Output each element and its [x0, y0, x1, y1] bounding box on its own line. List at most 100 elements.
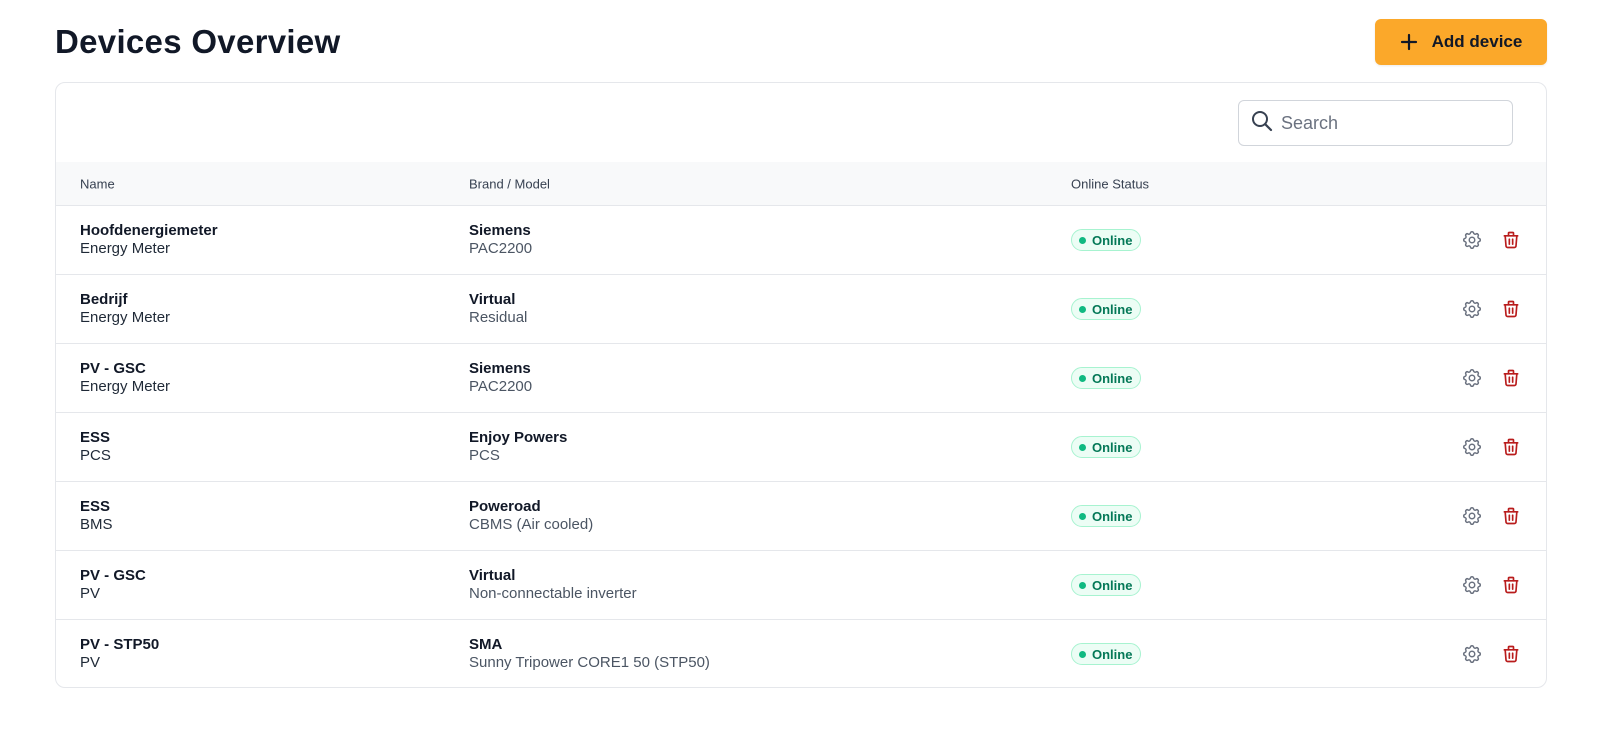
brand-model-cell: Virtual Non-connectable inverter: [469, 567, 637, 603]
status-badge: Online: [1071, 643, 1142, 665]
device-name-cell: ESS PCS: [80, 429, 111, 465]
table-row[interactable]: Bedrijf Energy Meter Virtual Residual On…: [56, 275, 1546, 344]
gear-icon[interactable]: [1461, 505, 1483, 527]
trash-icon[interactable]: [1500, 367, 1522, 389]
device-model: PAC2200: [469, 240, 533, 257]
gear-icon[interactable]: [1461, 229, 1483, 251]
device-type: PV: [80, 654, 101, 671]
device-name-cell: Bedrijf Energy Meter: [80, 291, 170, 327]
column-header-online-status[interactable]: Online Status: [1071, 176, 1149, 191]
status-label: Online: [1092, 508, 1133, 524]
device-model: Non-connectable inverter: [469, 585, 637, 602]
row-actions: [1461, 436, 1522, 458]
device-brand: Poweroad: [469, 498, 541, 515]
device-name: Hoofdenergiemeter: [80, 222, 218, 239]
status-badge: Online: [1071, 574, 1142, 596]
search-input[interactable]: [1279, 111, 1503, 135]
trash-icon[interactable]: [1500, 436, 1522, 458]
brand-model-cell: Enjoy Powers PCS: [469, 429, 567, 465]
page-header: Devices Overview Add device: [55, 18, 1547, 66]
device-model: CBMS (Air cooled): [469, 516, 594, 533]
status-dot: [1079, 650, 1086, 658]
column-header-name[interactable]: Name: [80, 176, 115, 191]
page-title: Devices Overview: [55, 23, 341, 60]
status-label: Online: [1092, 646, 1133, 662]
trash-icon[interactable]: [1500, 574, 1522, 596]
gear-icon[interactable]: [1461, 574, 1483, 596]
device-type: BMS: [80, 516, 113, 533]
device-brand: Siemens: [469, 360, 531, 377]
table-row[interactable]: PV - GSC PV Virtual Non-connectable inve…: [56, 551, 1546, 620]
status-badge: Online: [1071, 436, 1142, 458]
gear-icon[interactable]: [1461, 643, 1483, 665]
add-device-button[interactable]: Add device: [1375, 19, 1547, 65]
row-actions: [1461, 643, 1522, 665]
device-brand: SMA: [469, 636, 503, 653]
trash-icon[interactable]: [1500, 643, 1522, 665]
device-name-cell: PV - STP50 PV: [80, 636, 159, 672]
status-dot: [1079, 581, 1086, 589]
device-type: PV: [80, 585, 101, 602]
plus-icon: [1400, 33, 1418, 51]
gear-icon[interactable]: [1461, 367, 1483, 389]
device-name: Bedrijf: [80, 291, 128, 308]
device-type: PCS: [80, 447, 111, 464]
table-toolbar: [56, 83, 1546, 162]
device-brand: Virtual: [469, 291, 516, 308]
status-badge: Online: [1071, 505, 1142, 527]
brand-model-cell: Poweroad CBMS (Air cooled): [469, 498, 593, 534]
status-dot: [1079, 443, 1086, 451]
search-icon: [1251, 110, 1273, 137]
device-brand: Virtual: [469, 567, 516, 584]
devices-overview-page: Devices Overview Add device Name Brand /…: [0, 0, 1613, 747]
brand-model-cell: Virtual Residual: [469, 291, 527, 327]
status-badge: Online: [1071, 367, 1142, 389]
table-row[interactable]: ESS PCS Enjoy Powers PCS Online: [56, 413, 1546, 482]
status-label: Online: [1092, 577, 1133, 593]
status-dot: [1079, 305, 1086, 313]
gear-icon[interactable]: [1461, 436, 1483, 458]
add-device-label: Add device: [1431, 32, 1523, 51]
device-type: Energy Meter: [80, 309, 171, 326]
device-name: PV - GSC: [80, 360, 146, 377]
search-box[interactable]: [1238, 100, 1513, 146]
device-model: Residual: [469, 309, 528, 326]
table-header: Name Brand / Model Online Status: [56, 162, 1546, 206]
table-body: Hoofdenergiemeter Energy Meter Siemens P…: [56, 206, 1546, 687]
device-name: ESS: [80, 498, 111, 515]
row-actions: [1461, 229, 1522, 251]
trash-icon[interactable]: [1500, 229, 1522, 251]
brand-model-cell: Siemens PAC2200: [469, 222, 532, 258]
device-brand: Siemens: [469, 222, 531, 239]
device-model: PCS: [469, 447, 500, 464]
trash-icon[interactable]: [1500, 505, 1522, 527]
row-actions: [1461, 367, 1522, 389]
status-dot: [1079, 374, 1086, 382]
status-dot: [1079, 236, 1086, 244]
brand-model-cell: SMA Sunny Tripower CORE1 50 (STP50): [469, 636, 710, 672]
table-row[interactable]: ESS BMS Poweroad CBMS (Air cooled) Onlin…: [56, 482, 1546, 551]
device-name-cell: PV - GSC PV: [80, 567, 146, 603]
column-header-brand-model[interactable]: Brand / Model: [469, 176, 550, 191]
status-label: Online: [1092, 232, 1133, 248]
device-model: PAC2200: [469, 378, 533, 395]
trash-icon[interactable]: [1500, 298, 1522, 320]
device-model: Sunny Tripower CORE1 50 (STP50): [469, 654, 710, 671]
status-label: Online: [1092, 370, 1133, 386]
table-row[interactable]: PV - GSC Energy Meter Siemens PAC2200 On…: [56, 344, 1546, 413]
row-actions: [1461, 574, 1522, 596]
status-dot: [1079, 512, 1086, 520]
device-name-cell: Hoofdenergiemeter Energy Meter: [80, 222, 218, 258]
table-row[interactable]: Hoofdenergiemeter Energy Meter Siemens P…: [56, 206, 1546, 275]
status-label: Online: [1092, 439, 1133, 455]
device-type: Energy Meter: [80, 378, 171, 395]
gear-icon[interactable]: [1461, 298, 1483, 320]
status-label: Online: [1092, 301, 1133, 317]
table-row[interactable]: PV - STP50 PV SMA Sunny Tripower CORE1 5…: [56, 620, 1546, 687]
device-name-cell: ESS BMS: [80, 498, 113, 534]
row-actions: [1461, 505, 1522, 527]
device-name: ESS: [80, 429, 111, 446]
status-badge: Online: [1071, 298, 1142, 320]
device-type: Energy Meter: [80, 240, 171, 257]
row-actions: [1461, 298, 1522, 320]
